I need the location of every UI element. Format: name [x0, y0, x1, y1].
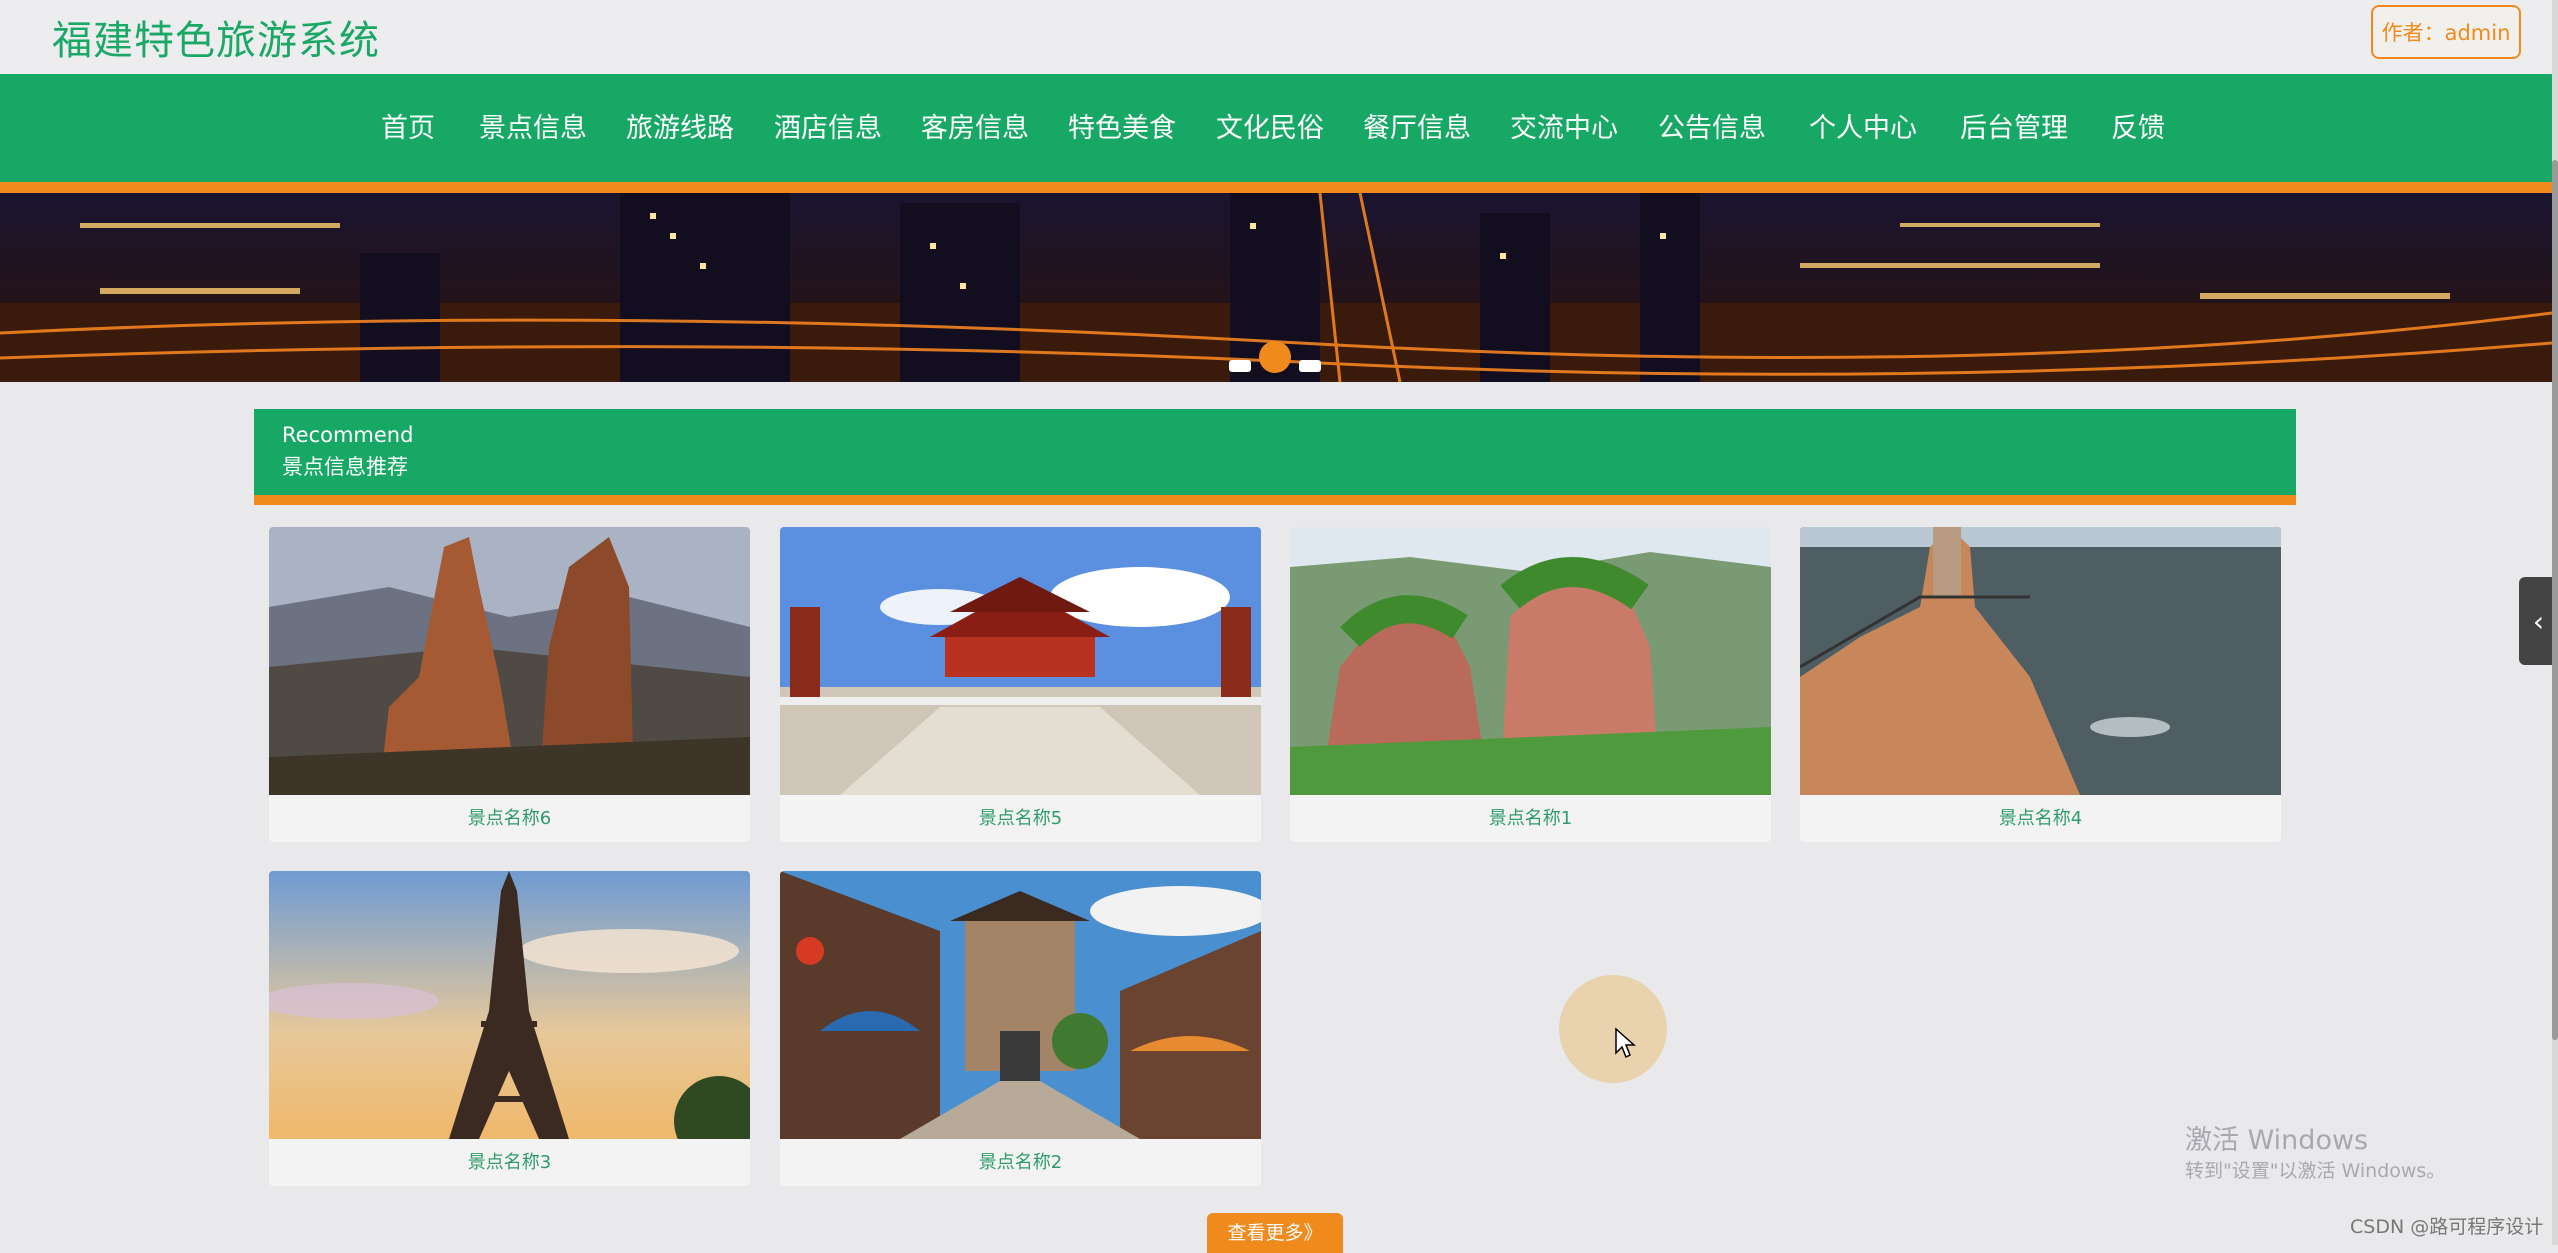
site-title[interactable]: 福建特色旅游系统 — [52, 8, 380, 66]
windows-activation-subtitle: 转到"设置"以激活 Windows。 — [2185, 1160, 2446, 1182]
nav-item-restaurants[interactable]: 餐厅信息 — [1363, 106, 1471, 145]
section-accent-bar — [254, 495, 2296, 505]
section-title-cn: 景点信息推荐 — [282, 455, 408, 479]
attraction-card[interactable]: 景点名称6 — [269, 527, 750, 842]
attraction-name[interactable]: 景点名称2 — [780, 1139, 1261, 1186]
ancient-town-image — [780, 871, 1261, 1139]
attraction-card[interactable]: 景点名称3 — [269, 871, 750, 1186]
nav-item-culture[interactable]: 文化民俗 — [1216, 106, 1324, 145]
nav-accent-bar — [0, 182, 2552, 193]
attraction-name[interactable]: 景点名称3 — [269, 1139, 750, 1186]
green-cliffs-image — [1290, 527, 1771, 795]
nav-items: 首页 景点信息 旅游线路 酒店信息 客房信息 特色美食 文化民俗 餐厅信息 交流… — [0, 74, 2552, 182]
nav-item-profile[interactable]: 个人中心 — [1809, 106, 1917, 145]
nav-item-rooms[interactable]: 客房信息 — [921, 106, 1029, 145]
attraction-name[interactable]: 景点名称1 — [1290, 795, 1771, 842]
eiffel-tower-image — [269, 871, 750, 1139]
nav-item-food[interactable]: 特色美食 — [1068, 106, 1176, 145]
attraction-card[interactable]: 景点名称4 — [1800, 527, 2281, 842]
rock-pillars-image — [269, 527, 750, 795]
attraction-card[interactable]: 景点名称1 — [1290, 527, 1771, 842]
attraction-card[interactable]: 景点名称5 — [780, 527, 1261, 842]
nav-item-admin[interactable]: 后台管理 — [1960, 106, 2068, 145]
author-button[interactable]: 作者：admin — [2371, 5, 2521, 59]
chevron-left-icon: ‹ — [2532, 604, 2545, 638]
carousel-dot-1[interactable] — [1229, 360, 1251, 372]
mouse-cursor-icon — [1615, 1027, 1636, 1059]
nav-item-attractions[interactable]: 景点信息 — [479, 106, 587, 145]
sea-cliff-image — [1800, 527, 2281, 795]
csdn-credit: CSDN @路可程序设计 — [2350, 1216, 2544, 1238]
nav-item-hotels[interactable]: 酒店信息 — [774, 106, 882, 145]
nav-item-routes[interactable]: 旅游线路 — [626, 106, 734, 145]
carousel-dot-2-active[interactable] — [1259, 341, 1291, 373]
scrollbar-thumb[interactable] — [2552, 160, 2558, 1040]
windows-activation-title: 激活 Windows — [2185, 1125, 2369, 1156]
nav-item-forum[interactable]: 交流中心 — [1510, 106, 1618, 145]
cursor-highlight — [1559, 975, 1667, 1083]
recommend-section-header — [254, 409, 2296, 495]
attraction-name[interactable]: 景点名称4 — [1800, 795, 2281, 842]
nav-item-feedback[interactable]: 反馈 — [2111, 106, 2165, 145]
view-more-button[interactable]: 查看更多》 — [1207, 1213, 1343, 1253]
nav-item-home[interactable]: 首页 — [381, 106, 435, 145]
top-bar — [0, 0, 2558, 74]
carousel-dot-3[interactable] — [1299, 360, 1321, 372]
red-temple-image — [780, 527, 1261, 795]
nav-item-notices[interactable]: 公告信息 — [1658, 106, 1766, 145]
attraction-card[interactable]: 景点名称2 — [780, 871, 1261, 1186]
section-title-en: Recommend — [282, 423, 414, 447]
attraction-name[interactable]: 景点名称5 — [780, 795, 1261, 842]
attraction-name[interactable]: 景点名称6 — [269, 795, 750, 842]
